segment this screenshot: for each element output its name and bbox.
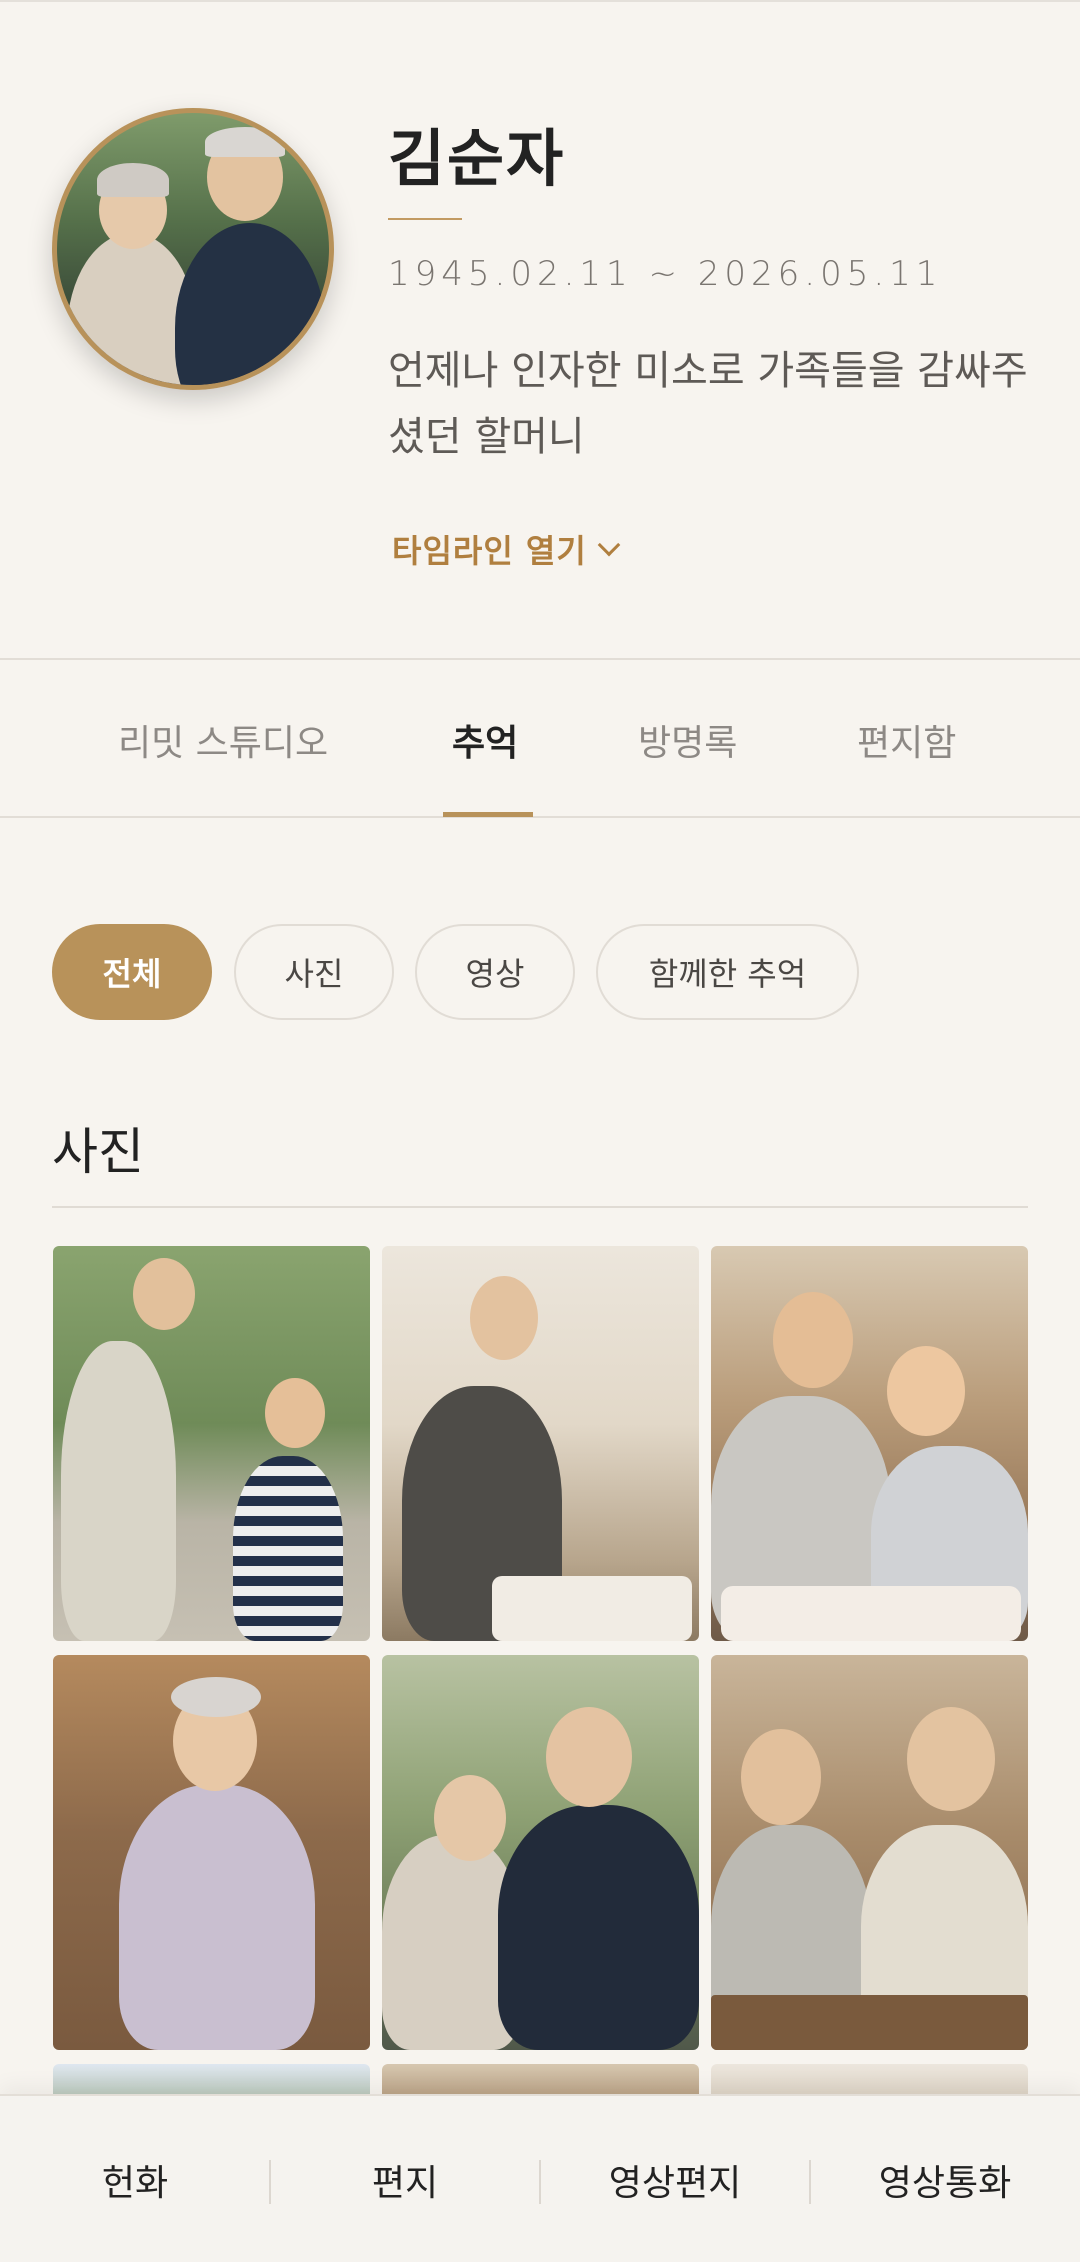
deceased-name: 김순자 xyxy=(388,122,566,195)
tab-letterbox[interactable]: 편지함 xyxy=(857,714,956,766)
tab-guestbook[interactable]: 방명록 xyxy=(638,714,737,766)
chevron-down-icon xyxy=(597,533,621,557)
video-letter-button[interactable]: 영상편지 xyxy=(540,2154,810,2206)
photo-thumbnail[interactable] xyxy=(382,1655,699,2050)
photos-section-title: 사진 xyxy=(52,1123,144,1181)
photo-thumbnail[interactable] xyxy=(711,1655,1028,2050)
photo-thumbnail[interactable] xyxy=(53,1246,370,1641)
life-dates: 1945.02.11 ~ 2026.05.11 xyxy=(388,254,943,294)
bottom-action-bar: 헌화 편지 영상편지 영상통화 xyxy=(0,2094,1080,2262)
offer-flowers-button[interactable]: 헌화 xyxy=(0,2154,270,2206)
photo-thumbnail[interactable] xyxy=(711,1246,1028,1641)
memorial-tagline: 언제나 인자한 미소로 가족들을 감싸주셨던 할머니 xyxy=(388,348,1028,460)
video-call-button[interactable]: 영상통화 xyxy=(810,2154,1080,2206)
filter-videos[interactable]: 영상 xyxy=(415,924,575,1020)
profile-avatar[interactable] xyxy=(52,108,334,390)
profile-header: 김순자 1945.02.11 ~ 2026.05.11 언제나 인자한 미소로 … xyxy=(0,0,1080,658)
tab-bar: 리밋 스튜디오 추억 방명록 편지함 xyxy=(0,658,1080,818)
open-timeline-label: 타임라인 열기 xyxy=(392,532,587,570)
filter-all[interactable]: 전체 xyxy=(52,924,212,1020)
photo-thumbnail[interactable] xyxy=(53,1655,370,2050)
tab-studio[interactable]: 리밋 스튜디오 xyxy=(118,714,328,766)
letter-button[interactable]: 편지 xyxy=(270,2154,540,2206)
section-divider xyxy=(52,1206,1028,1208)
open-timeline-button[interactable]: 타임라인 열기 xyxy=(392,526,621,572)
filter-photos[interactable]: 사진 xyxy=(234,924,394,1020)
memorial-profile-page: 김순자 1945.02.11 ~ 2026.05.11 언제나 인자한 미소로 … xyxy=(0,0,1080,2262)
filter-shared-memories[interactable]: 함께한 추억 xyxy=(596,924,859,1020)
name-divider xyxy=(388,218,462,220)
tab-memories[interactable]: 추억 xyxy=(452,714,518,766)
photo-thumbnail[interactable] xyxy=(382,1246,699,1641)
active-tab-indicator xyxy=(443,812,533,817)
